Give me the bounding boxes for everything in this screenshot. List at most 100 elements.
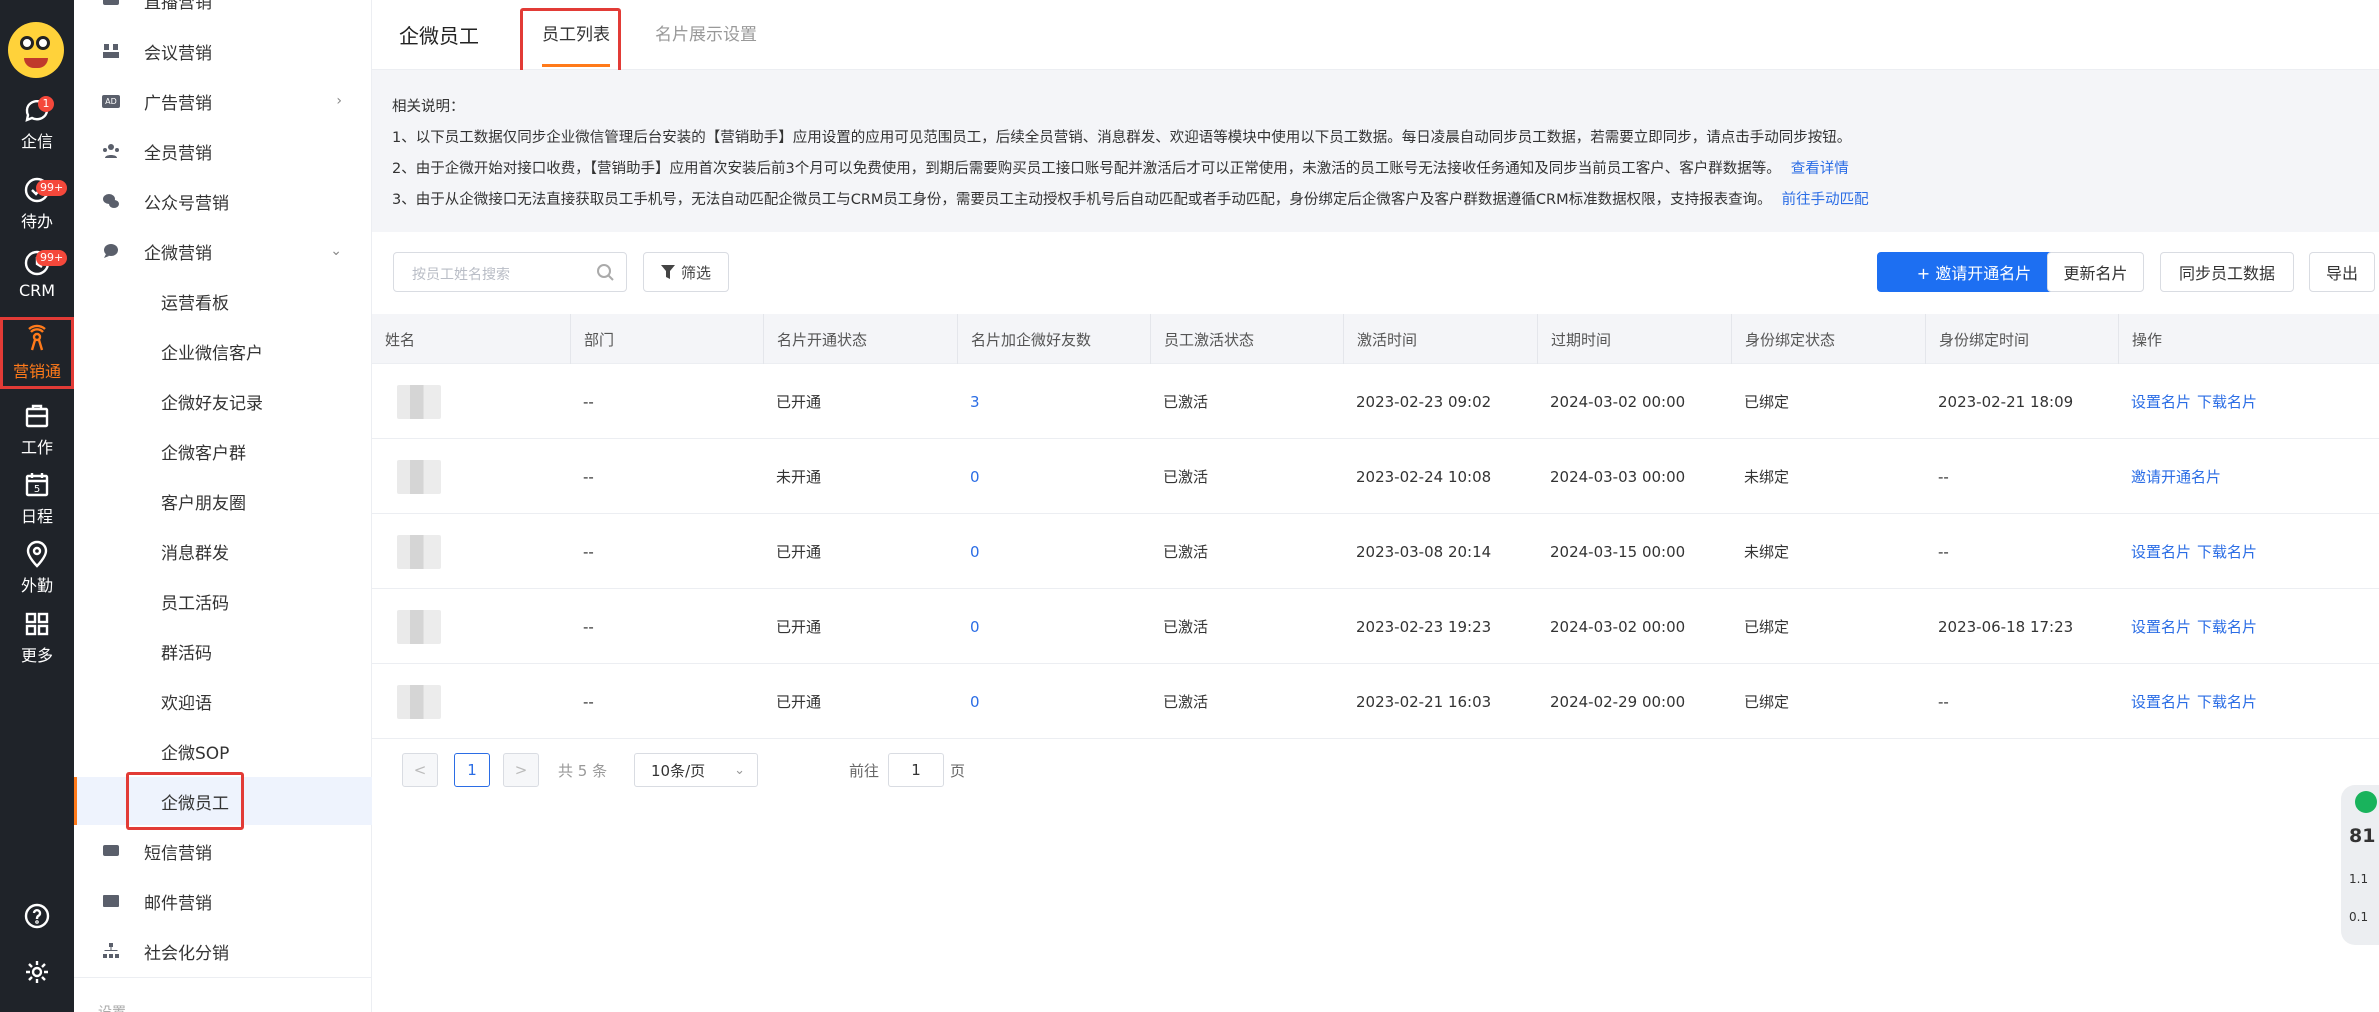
cell-bind-time: 2023-02-21 18:09 [1938,392,2074,411]
menu-item-ads[interactable]: AD 广告营销 › [74,77,372,125]
ad-icon: AD [102,92,120,110]
cell-actions: 设置名片 下载名片 [2118,589,2263,664]
invite-card-button[interactable]: + 邀请开通名片 [1877,252,2071,292]
app-logo[interactable] [8,22,64,78]
menu-item-email[interactable]: 邮件营销 [74,877,372,925]
unread-badge: 1 [38,96,54,112]
rail-item-todo[interactable]: 待办 99+ [0,172,74,234]
page-1-button[interactable]: 1 [454,753,490,787]
sms-icon [102,842,120,860]
page-size-select[interactable]: 10条/页 ⌄ [634,753,758,787]
rail-item-label: 工作 [20,438,53,457]
col-expire-time: 过期时间 [1537,314,1731,364]
rail-item-schedule[interactable]: 5 日程 [0,467,74,529]
menu-item-label: 短信营销 [144,843,212,864]
menu-item-ops-board[interactable]: 运营看板 [74,277,372,325]
menu-item-sms[interactable]: 短信营销 [74,827,372,875]
table-row: -- 已开通 0 已激活 2023-02-23 19:23 2024-03-02… [372,589,2379,664]
menu-item-wecom-customers[interactable]: 企业微信客户 [74,327,372,375]
menu-item-distribution[interactable]: 社会化分销 [74,927,372,975]
menu-item-label: 社会化分销 [144,943,229,964]
system-monitor-widget[interactable]: 81 1.1 0.1 [2341,785,2379,945]
export-button[interactable]: 导出 [2309,252,2375,292]
menu-item-mass-message[interactable]: 消息群发 [74,527,372,575]
org-tree-icon [102,942,120,960]
menu-item-moments[interactable]: 客户朋友圈 [74,477,372,525]
cell-friend-count[interactable]: 3 [957,364,980,439]
cell-friend-count[interactable]: 0 [957,589,980,664]
highlight-box [520,8,621,78]
rail-item-more[interactable]: 更多 [0,606,74,668]
cell-actions: 设置名片 下载名片 [2118,664,2263,739]
live-icon [102,0,120,9]
staff-search-input[interactable]: 按员工姓名搜索 [393,252,627,292]
download-card-link[interactable]: 下载名片 [2197,691,2257,712]
rail-item-qixin[interactable]: 企信 1 [0,92,74,154]
menu-item-staff-qrcode[interactable]: 员工活码 [74,577,372,625]
menu-item-label: 群活码 [161,643,212,664]
rail-item-marketing[interactable]: 营销通 [0,317,74,389]
set-card-link[interactable]: 设置名片 [2131,391,2191,412]
sync-staff-button[interactable]: 同步员工数据 [2160,252,2294,292]
cell-friend-count[interactable]: 0 [957,664,980,739]
download-card-link[interactable]: 下载名片 [2197,616,2257,637]
invite-card-link[interactable]: 邀请开通名片 [2131,466,2221,487]
staff-avatar [384,589,441,664]
help-button[interactable] [0,885,74,947]
menu-item-live[interactable]: 直播营销 [74,0,372,24]
menu-item-wecom-marketing[interactable]: 企微营销 ⌄ [74,227,372,275]
menu-item-label: 消息群发 [161,543,229,564]
cell-actions: 邀请开通名片 [2118,439,2227,514]
download-card-link[interactable]: 下载名片 [2197,391,2257,412]
cell-bind-time: 2023-06-18 17:23 [1938,617,2074,636]
menu-item-wecom-staff[interactable]: 企微员工 [74,772,372,830]
menu-item-welcome[interactable]: 欢迎语 [74,677,372,725]
prev-page-button[interactable]: < [402,753,438,787]
cell-dept: -- [583,617,594,636]
download-card-link[interactable]: 下载名片 [2197,541,2257,562]
cell-activation-status: 已激活 [1163,543,1209,561]
table-row: -- 未开通 0 已激活 2023-02-24 10:08 2024-03-03… [372,439,2379,514]
staff-avatar [384,664,441,739]
blurred-name [397,684,441,719]
update-card-button[interactable]: 更新名片 [2047,252,2144,292]
view-details-link[interactable]: 查看详情 [1791,161,1849,177]
menu-item-settings[interactable]: 设置 [74,988,372,1012]
manual-match-link[interactable]: 前往手动匹配 [1782,192,1869,208]
gear-icon [26,961,48,983]
cell-friend-count[interactable]: 0 [957,514,980,589]
search-placeholder: 按员工姓名搜索 [412,267,510,283]
rail-item-field[interactable]: 外勤 [0,536,74,598]
menu-item-all-staff[interactable]: 全员营销 [74,127,372,175]
rail-item-work[interactable]: 工作 [0,398,74,460]
rail-item-label: 更多 [20,646,53,665]
cell-friend-count[interactable]: 0 [957,439,980,514]
cell-activation-status: 已激活 [1163,693,1209,711]
settings-button[interactable] [0,941,74,1003]
menu-item-official-account[interactable]: 公众号营销 [74,177,372,225]
cell-bind-status: 已绑定 [1744,393,1790,411]
upload-speed: 1.1 [2349,872,2369,886]
goto-page-input[interactable]: 1 [888,753,944,787]
rail-item-crm[interactable]: CRM 99+ [0,242,74,304]
notice-line-1: 1、以下员工数据仅同步企业微信管理后台安装的【营销助手】应用设置的应用可见范围员… [392,130,1852,146]
next-page-button[interactable]: > [503,753,539,787]
menu-item-sop[interactable]: 企微SOP [74,727,372,775]
cell-bind-status: 已绑定 [1744,693,1790,711]
menu-item-label: 员工活码 [161,593,229,614]
menu-item-group-qrcode[interactable]: 群活码 [74,627,372,675]
menu-item-customer-groups[interactable]: 企微客户群 [74,427,372,475]
cell-card-status: 未开通 [776,468,822,486]
tab-card-display-settings[interactable]: 名片展示设置 [655,20,757,45]
set-card-link[interactable]: 设置名片 [2131,691,2191,712]
menu-item-friend-records[interactable]: 企微好友记录 [74,377,372,425]
set-card-link[interactable]: 设置名片 [2131,616,2191,637]
menu-item-meeting[interactable]: 会议营销 [74,27,372,75]
menu-item-label: 直播营销 [144,0,212,13]
blurred-name [397,459,441,494]
set-card-link[interactable]: 设置名片 [2131,541,2191,562]
filter-button[interactable]: 筛选 [643,252,729,292]
staff-avatar [384,439,441,514]
cell-bind-time: -- [1938,467,1949,486]
cell-bind-time: -- [1938,542,1949,561]
